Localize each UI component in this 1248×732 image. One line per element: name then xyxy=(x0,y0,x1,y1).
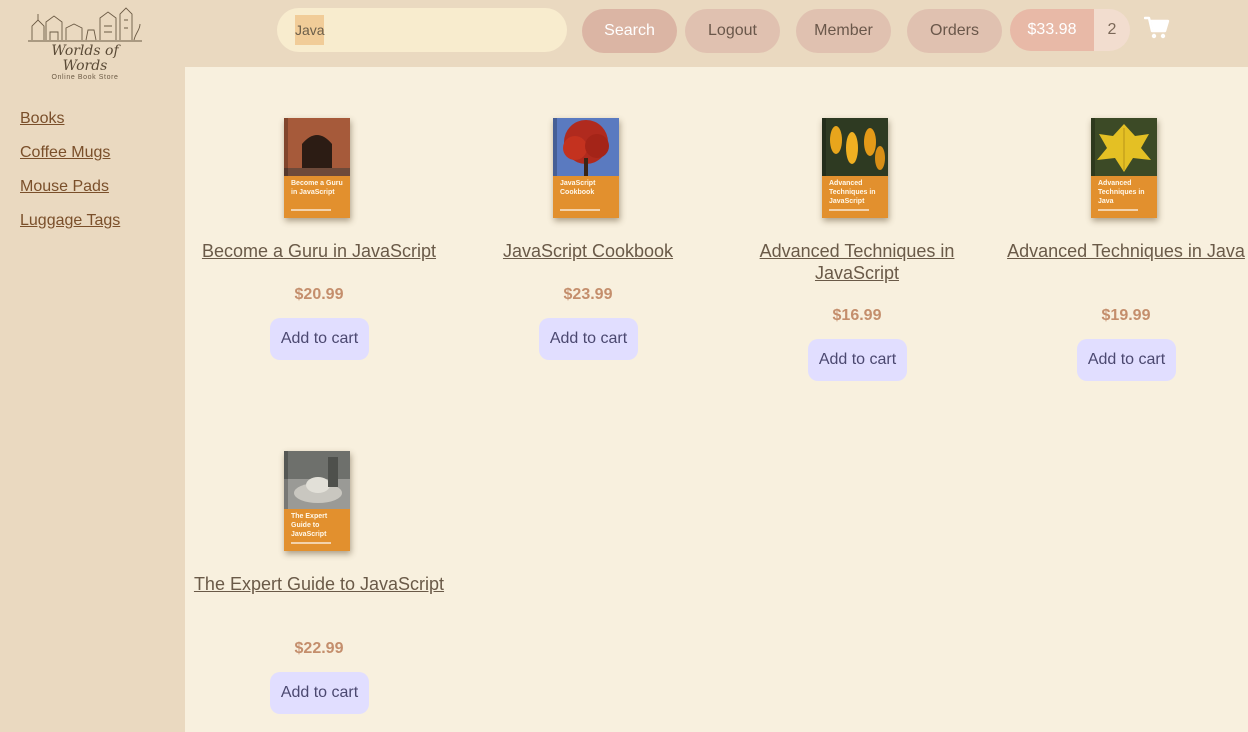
logout-button[interactable]: Logout xyxy=(685,9,780,53)
category-nav: Books Coffee Mugs Mouse Pads Luggage Tag… xyxy=(20,108,120,244)
top-header: Search Logout Member Orders $33.98 2 xyxy=(185,0,1248,67)
cover-photo-yellow-leaf xyxy=(1091,118,1157,176)
product-title-link[interactable]: Advanced Techniques in JavaScript xyxy=(726,240,988,284)
cover-author-line xyxy=(291,209,331,211)
add-to-cart-button[interactable]: Add to cart xyxy=(270,672,369,714)
book-cover[interactable]: JavaScript Cookbook xyxy=(553,118,619,218)
search-box xyxy=(277,8,567,52)
logo-title-line1: Worlds of xyxy=(51,43,119,59)
sidebar: Worlds of Words Online Book Store Books … xyxy=(0,0,185,732)
search-button[interactable]: Search xyxy=(582,9,677,53)
add-to-cart-button[interactable]: Add to cart xyxy=(1077,339,1176,381)
product-price: $20.99 xyxy=(294,286,344,303)
cover-author-line xyxy=(829,209,869,211)
category-link-luggage-tags[interactable]: Luggage Tags xyxy=(20,210,120,244)
cover-author-line xyxy=(560,209,600,211)
cover-photo-archway xyxy=(284,118,350,176)
product-title-link[interactable]: JavaScript Cookbook xyxy=(457,240,719,262)
category-link-mouse-pads[interactable]: Mouse Pads xyxy=(20,176,120,210)
shopping-cart-icon[interactable] xyxy=(1144,15,1170,41)
book-cover[interactable]: Advanced Techniques in JavaScript xyxy=(822,118,888,218)
cover-photo-red-tree xyxy=(553,118,619,176)
cart-count-badge[interactable]: 2 xyxy=(1094,9,1130,51)
add-to-cart-button[interactable]: Add to cart xyxy=(539,318,638,360)
logo-illustration xyxy=(28,7,142,42)
book-cover[interactable]: The Expert Guide to JavaScript xyxy=(284,451,350,551)
cover-author-line xyxy=(1098,209,1138,211)
product-price: $19.99 xyxy=(1101,307,1151,324)
logo-subtitle: Online Book Store xyxy=(51,74,119,81)
logo-title-line2: Words xyxy=(62,58,108,74)
cover-photo-yellow-flowers xyxy=(822,118,888,176)
cart-total[interactable]: $33.98 xyxy=(1010,9,1094,51)
product-title-link[interactable]: Advanced Techniques in Java xyxy=(995,240,1248,262)
cover-photo-stone-sculpture xyxy=(284,451,350,509)
category-link-books[interactable]: Books xyxy=(20,108,120,142)
cover-title: The Expert Guide to JavaScript xyxy=(291,513,328,538)
product-price: $23.99 xyxy=(563,286,613,303)
store-logo[interactable]: Worlds of Words Online Book Store xyxy=(28,6,142,84)
product-title-link[interactable]: Become a Guru in JavaScript xyxy=(188,240,450,262)
product-title-link[interactable]: The Expert Guide to JavaScript xyxy=(188,573,450,595)
book-cover[interactable]: Advanced Techniques in Java xyxy=(1091,118,1157,218)
cover-title: Advanced Techniques in JavaScript xyxy=(829,180,876,205)
product-price: $16.99 xyxy=(832,307,882,324)
add-to-cart-button[interactable]: Add to cart xyxy=(270,318,369,360)
cover-author-line xyxy=(291,542,331,544)
cart-summary[interactable]: $33.98 2 xyxy=(1010,9,1130,51)
member-button[interactable]: Member xyxy=(796,9,891,53)
category-link-coffee-mugs[interactable]: Coffee Mugs xyxy=(20,142,120,176)
cover-title: Advanced Techniques in Java xyxy=(1098,180,1145,205)
orders-button[interactable]: Orders xyxy=(907,9,1002,53)
add-to-cart-button[interactable]: Add to cart xyxy=(808,339,907,381)
cover-title: Become a Guru in JavaScript xyxy=(291,180,343,196)
product-price: $22.99 xyxy=(294,640,344,657)
cover-title: JavaScript Cookbook xyxy=(560,180,596,196)
book-cover[interactable]: Become a Guru in JavaScript xyxy=(284,118,350,218)
search-input[interactable] xyxy=(295,15,557,45)
